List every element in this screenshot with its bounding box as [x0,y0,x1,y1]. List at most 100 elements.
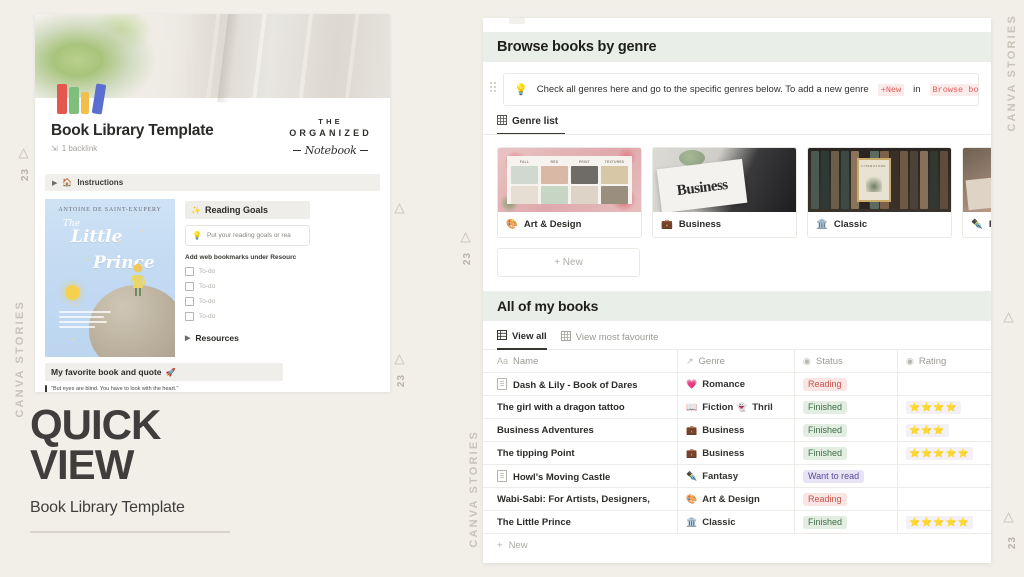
genre-icon: 💗 [686,378,698,389]
cell-status[interactable]: Finished [794,441,898,465]
cell-genre[interactable]: 💼 Business [677,441,795,465]
checkbox-icon[interactable] [185,282,194,291]
cell-name[interactable]: The girl with a dragon tattoo [483,395,678,419]
column-header-rating[interactable]: ◉ Rating [897,350,991,373]
genre-card-list: FALL RED PRINT TEXTURES 🎨 Art & Design B… [483,135,991,238]
cell-status[interactable]: Reading [794,487,898,511]
lightbulb-icon: 💡 [514,84,528,96]
table-row[interactable]: Business Adventures💼BusinessFinished⭐⭐⭐J… [483,418,991,442]
browse-section-title: Browse books by genre [483,32,991,62]
tab-view-all[interactable]: View all [497,330,547,350]
genre-card-business[interactable]: Business 💼 Business [652,147,797,238]
books-view-tabs: View all View most favourite [483,321,991,350]
book-cover-title-line2: Prince [93,252,155,273]
table-row[interactable]: The Little Prince🏛️ClassicFinished⭐⭐⭐⭐⭐A… [483,510,991,534]
table-row[interactable]: Dash & Lily - Book of Dares 💗 Romance Readi… [483,372,991,396]
todo-item[interactable]: To-do [185,282,310,291]
quote-bar [45,385,47,392]
triangle-marker-icon [394,203,405,214]
swatch-label: FALL [519,160,530,164]
genre-card-caption: 🎨 Art & Design [498,212,641,237]
column-header-genre[interactable]: ↗ Genre [677,350,795,373]
checkbox-icon[interactable] [185,267,194,276]
todo-item[interactable]: To-do [185,312,310,321]
logo-line-2: ORGANIZED [289,128,372,139]
todo-label: To-do [199,298,216,305]
new-genre-chip[interactable]: +New [877,83,905,96]
todo-item[interactable]: To-do [185,267,310,276]
tab-genre-list[interactable]: Genre list [497,115,565,135]
table-row[interactable]: The girl with a dragon tattoo 📖 Fiction 👻 T… [483,395,991,419]
cell-rating[interactable] [897,372,991,396]
newspaper-shape: Business [656,158,748,212]
cell-genre[interactable]: 🎨 Art & Design [677,487,795,511]
genre-label: Business [702,447,745,459]
todo-label: To-do [199,283,216,290]
genre-label: Romance [702,378,745,390]
title-icon: Aa [497,355,509,366]
genre-card-classic[interactable]: LITERATURE 🏛️ Classic [807,147,952,238]
column-header-status[interactable]: ◉ Status [794,350,898,373]
cell-rating[interactable] [897,487,991,511]
cell-status[interactable]: Finished [794,418,898,442]
checkbox-icon[interactable] [185,297,194,306]
watermark-number-divider: 23 [396,374,407,388]
briefcase-icon: 💼 [661,219,673,230]
favourite-book-column: ANTOINE DE SAINT-EXUPERY The Little Prin… [45,199,283,392]
drag-handle-icon[interactable] [489,73,497,92]
genre-card-fantasy[interactable]: ✒️ Fantasy [962,147,991,238]
cell-name[interactable]: The Little Prince [483,510,678,534]
reading-goals-callout: 💡 Put your reading goals or rea [185,225,310,246]
resources-toggle[interactable]: ▶ Resources [185,333,310,343]
cell-name[interactable]: Business Adventures [483,418,678,442]
table-row[interactable]: Wabi-Sabi: For Artists, Designers, 🎨 Art &… [483,487,991,511]
cell-genre[interactable]: ✒️ Fantasy [677,464,795,488]
cell-genre[interactable]: 📖 Fiction 👻 Thril [677,395,795,419]
cell-rating[interactable]: ⭐⭐⭐⭐ [897,395,991,419]
cell-genre[interactable]: 🏛️ Classic [677,510,795,534]
cell-rating[interactable] [897,464,991,488]
status-badge: Reading [803,492,847,506]
classic-thumb: LITERATURE [808,148,951,212]
cell-name[interactable]: Dash & Lily - Book of Dares [483,372,678,396]
bookmark-note: Add web bookmarks under Resourc [185,254,297,261]
cell-name[interactable]: Howl's Moving Castle [483,464,678,488]
cell-rating[interactable]: ⭐⭐⭐⭐⭐ [897,510,991,534]
todo-item[interactable]: To-do [185,297,310,306]
instructions-toggle[interactable]: ▶ 🏠 Instructions [45,174,380,191]
cell-name[interactable]: The tipping Point [483,441,678,465]
cell-rating[interactable]: ⭐⭐⭐⭐⭐ [897,441,991,465]
genre-icon: 💼 [686,447,698,458]
cell-name[interactable]: Wabi-Sabi: For Artists, Designers, [483,487,678,511]
tab-view-most-favourite[interactable]: View most favourite [560,331,658,349]
cell-status[interactable]: Want to read [794,464,898,488]
fantasy-thumb [963,148,991,212]
genre-label: Thril [752,401,773,413]
table-row[interactable]: The tipping Point💼BusinessFinished⭐⭐⭐⭐⭐M… [483,441,991,465]
new-book-row-button[interactable]: + New [483,534,991,551]
book-title: The Little Prince [497,516,571,528]
chevron-right-icon: ▶ [52,179,58,187]
cell-status[interactable]: Reading [794,372,898,396]
column-header-name[interactable]: Aa Name [483,350,678,373]
art-design-thumb: FALL RED PRINT TEXTURES [498,148,641,212]
tab-view-all-label: View all [512,331,547,342]
cell-genre[interactable]: 💼 Business [677,418,795,442]
rocket-icon: 🚀 [165,367,176,377]
browse-books-chip[interactable]: Browse books by [929,83,978,96]
todo-label: To-do [199,268,216,275]
genre-card-art-design[interactable]: FALL RED PRINT TEXTURES 🎨 Art & Design [497,147,642,238]
column-header-label: Status [815,355,843,367]
checkbox-icon[interactable] [185,312,194,321]
table-row[interactable]: Howl's Moving Castle ✒️ Fantasy Want to rea… [483,464,991,488]
cell-genre[interactable]: 💗 Romance [677,372,795,396]
open-book-shape [965,175,991,211]
new-genre-button[interactable]: + New [497,248,640,277]
triangle-marker-icon [394,354,405,365]
brand-logo: THE ORGANIZED Notebook [289,116,372,159]
cell-status[interactable]: Finished [794,510,898,534]
cell-rating[interactable]: ⭐⭐⭐ [897,418,991,442]
genre-card-label: Classic [833,219,868,230]
cell-status[interactable]: Finished [794,395,898,419]
genre-icon: 💼 [686,424,698,435]
